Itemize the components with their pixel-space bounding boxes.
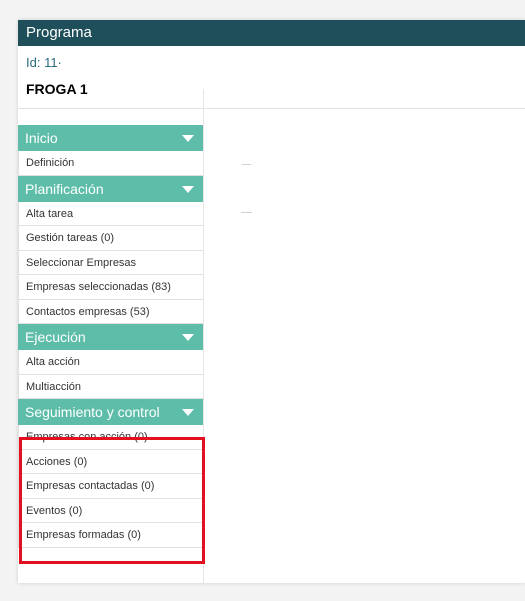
chevron-down-icon	[182, 135, 194, 142]
sidebar-item-definicion[interactable]: Definición	[18, 151, 204, 176]
sidebar-item-empresas-seleccionadas[interactable]: Empresas seleccionadas (83)	[18, 275, 204, 300]
section-seguimiento-control[interactable]: Seguimiento y control	[18, 399, 204, 425]
window-title: Programa	[18, 20, 525, 46]
sidebar-item-empresas-formadas[interactable]: Empresas formadas (0)	[18, 523, 204, 548]
program-id: Id: 11·	[26, 55, 62, 70]
sidebar-menu: Inicio Definición Planificación Alta tar…	[18, 125, 204, 548]
section-label: Inicio	[25, 130, 58, 146]
program-name: FROGA 1	[26, 81, 88, 97]
section-ejecucion[interactable]: Ejecución	[18, 324, 204, 350]
sidebar-item-alta-tarea[interactable]: Alta tarea	[18, 201, 204, 226]
content-placeholder-line	[241, 212, 252, 213]
sidebar-item-gestion-tareas[interactable]: Gestión tareas (0)	[18, 226, 204, 251]
sidebar-item-seleccionar-empresas[interactable]: Seleccionar Empresas	[18, 250, 204, 275]
sidebar-item-alta-accion[interactable]: Alta acción	[18, 350, 204, 375]
header-divider	[18, 108, 525, 109]
sidebar-item-empresas-contactadas[interactable]: Empresas contactadas (0)	[18, 474, 204, 499]
section-label: Ejecución	[25, 329, 86, 345]
content-placeholder-line	[242, 164, 251, 165]
section-planificacion[interactable]: Planificación	[18, 175, 204, 202]
content-divider	[203, 89, 204, 583]
sidebar-item-empresas-con-accion[interactable]: Empresas con acción (0)	[18, 425, 204, 450]
program-window: Programa Id: 11· FROGA 1 Inicio Definici…	[18, 20, 525, 583]
section-label: Seguimiento y control	[25, 404, 160, 420]
chevron-down-icon	[182, 409, 194, 416]
section-label: Planificación	[25, 180, 104, 197]
chevron-down-icon	[182, 334, 194, 341]
sidebar-item-acciones[interactable]: Acciones (0)	[18, 449, 204, 474]
sidebar-item-eventos[interactable]: Eventos (0)	[18, 498, 204, 523]
sidebar-item-multiaccion[interactable]: Multiacción	[18, 374, 204, 399]
sidebar-item-contactos-empresas[interactable]: Contactos empresas (53)	[18, 299, 204, 324]
section-inicio[interactable]: Inicio	[18, 125, 204, 151]
chevron-down-icon	[182, 185, 194, 193]
